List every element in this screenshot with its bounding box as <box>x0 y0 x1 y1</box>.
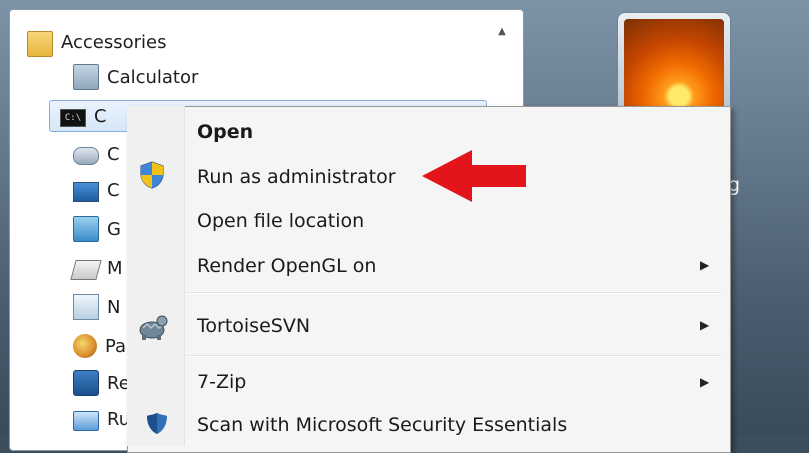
program-label: Accessories <box>61 31 167 53</box>
red-annotation-arrow-icon <box>422 150 526 202</box>
menu-item-open-file-location[interactable]: Open file location <box>197 201 364 241</box>
program-item-calculator[interactable]: Calculator <box>73 60 198 94</box>
uac-shield-icon <box>140 161 164 189</box>
context-menu-icon-gutter <box>127 106 185 446</box>
math-input-icon <box>70 259 102 280</box>
program-label: G <box>107 218 121 240</box>
program-item-math-input[interactable]: M <box>70 251 123 285</box>
security-essentials-icon <box>147 413 167 434</box>
program-label: Calculator <box>107 66 199 88</box>
program-item-connect-projector[interactable]: C <box>73 137 120 171</box>
user-picture-frame[interactable] <box>617 12 731 117</box>
tortoisesvn-icon <box>139 315 168 340</box>
connect-display-icon <box>73 181 99 202</box>
menu-item-scan-with-mse[interactable]: Scan with Microsoft Security Essentials <box>197 405 567 445</box>
getting-started-icon <box>73 216 99 242</box>
program-label: Pa <box>105 335 127 357</box>
program-item-remote-desktop[interactable]: Re <box>73 366 130 400</box>
connect-projector-icon <box>73 147 99 165</box>
program-item-connect-display[interactable]: C <box>73 173 120 207</box>
run-icon <box>73 410 99 431</box>
program-item-run[interactable]: Ru <box>73 402 130 436</box>
submenu-arrow-icon: ▶ <box>700 258 710 272</box>
menu-item-open[interactable]: Open <box>197 112 253 152</box>
menu-item-7-zip[interactable]: 7-Zip <box>197 362 246 402</box>
folder-icon <box>27 31 53 57</box>
program-item-getting-started[interactable]: G <box>73 212 121 246</box>
program-label: C <box>107 179 120 201</box>
scroll-up-icon[interactable]: ▲ <box>495 27 509 37</box>
calculator-icon <box>73 64 99 90</box>
submenu-arrow-icon: ▶ <box>700 375 710 389</box>
submenu-arrow-icon: ▶ <box>700 318 710 332</box>
program-label: C <box>107 143 120 165</box>
notepad-icon <box>73 294 99 320</box>
menu-item-tortoisesvn[interactable]: TortoiseSVN <box>197 306 310 346</box>
flower-user-picture <box>624 19 724 110</box>
paint-icon <box>73 334 97 358</box>
program-item-notepad[interactable]: N <box>73 290 120 324</box>
program-label: N <box>107 296 121 318</box>
menu-item-render-opengl-on[interactable]: Render OpenGL on <box>197 246 376 286</box>
menu-item-run-as-administrator[interactable]: Run as administrator <box>197 157 396 197</box>
program-item-paint[interactable]: Pa <box>73 329 126 363</box>
remote-desktop-icon <box>73 370 99 396</box>
command-prompt-icon: C:\ <box>60 109 86 127</box>
program-label: C <box>94 105 107 127</box>
menu-separator <box>186 355 722 357</box>
menu-separator <box>186 292 722 294</box>
program-item-accessories[interactable]: Accessories <box>27 25 167 59</box>
program-label: M <box>107 257 123 279</box>
